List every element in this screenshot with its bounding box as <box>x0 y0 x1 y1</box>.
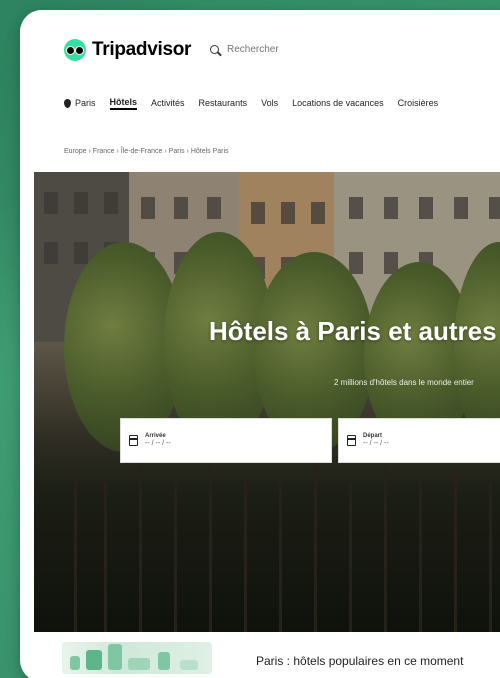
search-input[interactable] <box>225 43 339 56</box>
nav-item-hotels[interactable]: Hôtels <box>109 96 138 110</box>
calendar-icon <box>347 435 356 446</box>
checkin-value: -- / -- / -- <box>145 439 171 447</box>
search-icon <box>210 45 219 54</box>
checkout-date-picker[interactable]: Départ -- / -- / -- <box>338 418 500 463</box>
calendar-icon <box>129 435 138 446</box>
checkin-date-picker[interactable]: Arrivée -- / -- / -- <box>120 418 332 463</box>
search-bar[interactable] <box>210 43 339 56</box>
logo-text: Tripadvisor <box>92 39 192 60</box>
nav-item-restaurants[interactable]: Restaurants <box>199 98 248 108</box>
checkin-label: Arrivée <box>145 432 166 439</box>
nav-item-label: Restaurants <box>198 98 248 108</box>
city-illustration <box>62 642 212 674</box>
nav-item-label: Hôtels <box>109 96 138 107</box>
nav-item-paris[interactable]: Paris <box>64 98 96 108</box>
section-title: Paris : hôtels populaires en ce moment <box>256 654 464 668</box>
breadcrumb[interactable]: Europe › France › Île-de-France › Paris … <box>64 148 229 155</box>
nav-item-label: Vols <box>261 98 279 108</box>
browser-window: Tripadvisor Paris Hôtels Activités Resta… <box>20 10 500 678</box>
nav-item-label: Activités <box>151 98 185 108</box>
main-nav: Paris Hôtels Activités Restaurants Vols … <box>64 92 500 114</box>
popular-hotels-section: Paris : hôtels populaires en ce moment <box>34 632 500 678</box>
checkout-value: -- / -- / -- <box>363 439 389 447</box>
pin-icon <box>64 98 71 108</box>
nav-item-vacation-rentals[interactable]: Locations de vacances <box>292 98 384 108</box>
hero-subtitle: 2 millions d'hôtels dans le monde entier <box>334 378 474 387</box>
nav-item-cruises[interactable]: Croisières <box>398 98 439 108</box>
nav-item-label: Locations de vacances <box>292 98 384 108</box>
tripadvisor-logo[interactable]: Tripadvisor <box>64 39 191 61</box>
nav-item-label: Croisières <box>397 98 439 108</box>
site-header: Tripadvisor <box>20 10 500 90</box>
nav-item-activities[interactable]: Activités <box>151 98 185 108</box>
hero-banner: Hôtels à Paris et autres 2 millions d'hô… <box>34 172 500 632</box>
nav-item-flights[interactable]: Vols <box>261 98 278 108</box>
checkout-label: Départ <box>363 432 383 439</box>
owl-logo-icon <box>64 39 86 61</box>
hero-title: Hôtels à Paris et autres <box>209 316 497 346</box>
nav-item-label: Paris <box>75 98 96 108</box>
